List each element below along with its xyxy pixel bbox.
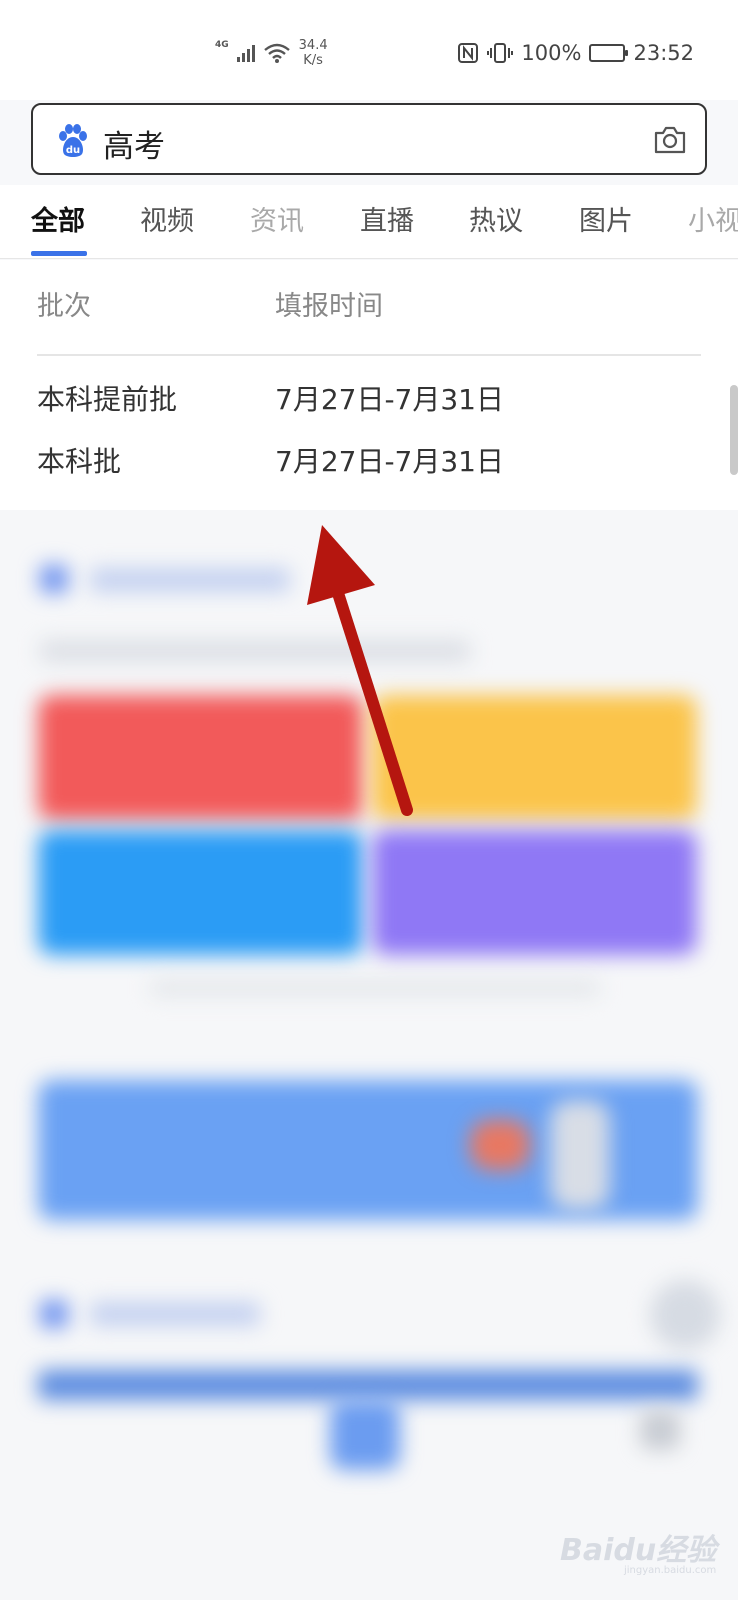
tab-live[interactable]: 直播: [360, 199, 414, 238]
blurred-fab[interactable]: [330, 1400, 400, 1470]
baidu-watermark: Baidu经验 jingyan.baidu.com: [560, 1525, 716, 1576]
blurred-content: [0, 510, 738, 1600]
camera-icon[interactable]: [653, 125, 687, 155]
search-bar[interactable]: du 高考: [31, 103, 707, 175]
vibrate-icon: [487, 43, 514, 63]
tab-discussion[interactable]: 热议: [469, 199, 523, 238]
network-speed: 34.4 K/s: [299, 38, 328, 68]
signal-icon: [236, 44, 255, 62]
blurred-banner-graphic: [470, 1120, 530, 1170]
blurred-nav-icon[interactable]: [640, 1410, 680, 1450]
battery-percent: 100%: [521, 41, 582, 65]
tab-all[interactable]: 全部: [31, 199, 85, 238]
blurred-caption: [150, 980, 600, 996]
svg-text:du: du: [66, 145, 80, 156]
clock: 23:52: [633, 41, 694, 65]
blurred-tile-yellow[interactable]: [372, 695, 697, 820]
tab-bar: 全部 视频 资讯 直播 热议 图片 小视: [0, 185, 738, 259]
row-2-batch: 本科批: [37, 445, 122, 478]
active-tab-indicator: [31, 251, 87, 256]
wifi-icon: [263, 43, 290, 63]
tab-news[interactable]: 资讯: [250, 199, 304, 238]
blurred-subtitle: [40, 640, 470, 662]
blurred-section-icon: [40, 565, 68, 593]
tab-video[interactable]: 视频: [140, 199, 194, 238]
blurred-section-title: [90, 568, 290, 592]
baidu-paw-icon: du: [59, 124, 87, 157]
status-right: 100% 23:52: [457, 40, 694, 66]
status-bar: 4G 34.4 K/s 100% 23:52: [0, 0, 738, 100]
row-2-time: 7月27日-7月31日: [275, 445, 504, 478]
blurred-banner-person: [550, 1100, 610, 1210]
table-divider: [37, 354, 701, 356]
status-left: 4G 34.4 K/s: [215, 36, 328, 70]
schedule-table: 批次 填报时间 本科提前批 7月27日-7月31日 本科批 7月27日-7月31…: [0, 260, 738, 510]
blurred-tile-blue[interactable]: [38, 830, 363, 955]
tab-images[interactable]: 图片: [579, 199, 633, 238]
battery-icon: [589, 44, 629, 62]
search-input[interactable]: 高考: [103, 121, 165, 166]
header-batch: 批次: [37, 291, 91, 322]
tab-short-video[interactable]: 小视: [688, 199, 738, 238]
network-type: 4G: [215, 40, 229, 50]
speed-value: 34.4: [298, 38, 328, 53]
blurred-tile-red[interactable]: [38, 695, 363, 820]
row-1-time: 7月27日-7月31日: [275, 383, 504, 416]
nfc-icon: [458, 43, 479, 63]
speed-unit: K/s: [303, 53, 323, 68]
blurred-bar: [38, 1370, 698, 1400]
blurred-avatar: [650, 1280, 720, 1350]
header-fill-time: 填报时间: [275, 291, 383, 322]
blurred-section-icon-2: [40, 1300, 68, 1328]
watermark-text: Baidu经验: [560, 1533, 717, 1568]
blurred-tile-purple[interactable]: [372, 830, 697, 955]
scrollbar[interactable]: [730, 385, 738, 475]
row-1-batch: 本科提前批: [37, 383, 178, 416]
blurred-section-title-2: [90, 1302, 260, 1326]
